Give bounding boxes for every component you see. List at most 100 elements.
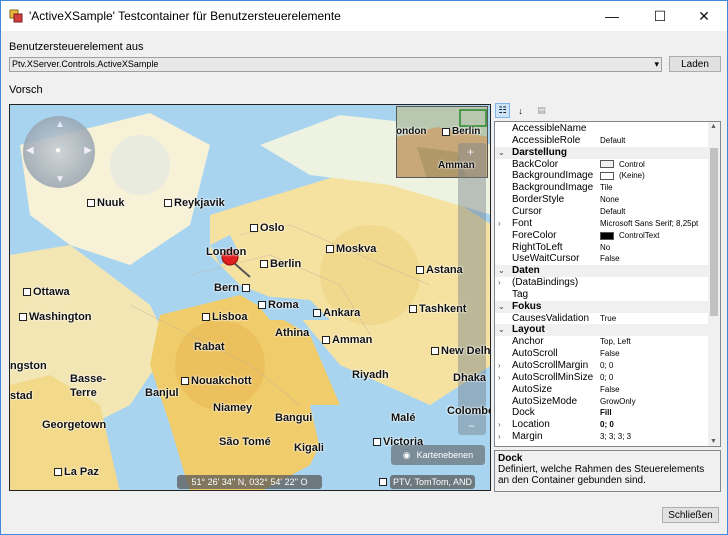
- property-category[interactable]: ⌄ Daten: [495, 265, 709, 278]
- collapse-icon[interactable]: ⌄: [498, 147, 506, 159]
- pan-center-icon[interactable]: ●: [55, 145, 61, 156]
- categorized-view-icon[interactable]: ☷: [495, 103, 510, 118]
- property-value-text: 3; 3; 3; 3: [600, 432, 632, 442]
- property-value[interactable]: Tile: [600, 182, 613, 194]
- scroll-down-icon[interactable]: ▼: [710, 438, 717, 445]
- property-row[interactable]: AutoScroll False: [495, 348, 709, 360]
- property-value[interactable]: GrowOnly: [600, 396, 636, 408]
- property-value[interactable]: 3; 3; 3; 3: [600, 431, 631, 443]
- property-name: BackColor: [512, 158, 559, 170]
- load-button[interactable]: Laden: [669, 56, 721, 72]
- property-grid-scrollbar[interactable]: ▲ ▼: [708, 122, 720, 446]
- property-row[interactable]: AutoSize False: [495, 384, 709, 396]
- property-value[interactable]: Control: [600, 159, 645, 171]
- scrollbar-thumb[interactable]: [710, 148, 718, 316]
- property-row[interactable]: Anchor Top, Left: [495, 336, 709, 348]
- property-row[interactable]: Tag: [495, 289, 709, 301]
- property-pages-icon[interactable]: ▤: [534, 103, 549, 118]
- property-value[interactable]: No: [600, 242, 610, 254]
- property-row[interactable]: RightToLeft No: [495, 242, 709, 254]
- control-select-label: Benutzersteuerelement aus: [9, 41, 144, 53]
- expand-icon[interactable]: ›: [498, 419, 506, 431]
- property-row[interactable]: ForeColor ControlText: [495, 230, 709, 242]
- property-value[interactable]: False: [600, 348, 620, 360]
- property-row[interactable]: UseWaitCursor False: [495, 253, 709, 265]
- property-value[interactable]: Fill: [600, 407, 612, 419]
- property-row[interactable]: › Font Microsoft Sans Serif; 8,25pt: [495, 218, 709, 230]
- zoom-out-icon[interactable]: −: [468, 419, 475, 433]
- pan-left-icon[interactable]: ◀: [26, 145, 34, 156]
- zoom-slider[interactable]: + −: [458, 143, 486, 435]
- city-marker-icon: [23, 288, 31, 296]
- minimap-city-label: ondon: [396, 126, 427, 137]
- collapse-icon[interactable]: ⌄: [498, 265, 506, 277]
- property-category[interactable]: ⌄ Fokus: [495, 300, 709, 313]
- property-value[interactable]: 0; 0: [600, 360, 613, 372]
- map-layers-button[interactable]: ◉ Kartenebenen: [391, 445, 485, 465]
- copyright-checkbox[interactable]: [379, 478, 387, 486]
- property-row[interactable]: AccessibleName: [495, 123, 709, 135]
- expand-icon[interactable]: ›: [498, 431, 506, 443]
- city-marker-icon: [260, 260, 268, 268]
- property-value-text: Control: [619, 159, 645, 169]
- city-label: Kigali: [294, 442, 324, 454]
- property-value[interactable]: False: [600, 384, 620, 396]
- close-button[interactable]: Schließen: [662, 507, 719, 523]
- property-row[interactable]: BackgroundImage Tile: [495, 182, 709, 194]
- pan-right-icon[interactable]: ▶: [84, 145, 92, 156]
- property-row[interactable]: BorderStyle None: [495, 194, 709, 206]
- pan-control[interactable]: ▲ ▼ ◀ ▶ ●: [23, 116, 95, 188]
- city-label: La Paz: [54, 466, 99, 478]
- property-category[interactable]: ⌄ Darstellung: [495, 146, 709, 159]
- property-row[interactable]: CausesValidation True: [495, 313, 709, 325]
- property-value[interactable]: Microsoft Sans Serif; 8,25pt: [600, 218, 698, 230]
- collapse-icon[interactable]: ⌄: [498, 301, 506, 313]
- property-value[interactable]: 0; 0: [600, 419, 614, 431]
- property-name: Dock: [512, 407, 535, 419]
- property-row[interactable]: › (DataBindings): [495, 277, 709, 289]
- property-value[interactable]: False: [600, 253, 620, 265]
- property-value[interactable]: (Keine): [600, 170, 645, 182]
- pan-up-icon[interactable]: ▲: [55, 119, 65, 130]
- chevron-down-icon[interactable]: ▾: [654, 58, 659, 71]
- property-row[interactable]: › AutoScrollMargin 0; 0: [495, 360, 709, 372]
- property-name: AccessibleRole: [512, 134, 581, 146]
- collapse-icon[interactable]: ⌄: [498, 324, 506, 336]
- minimize-button[interactable]: —: [589, 1, 635, 31]
- property-row[interactable]: Cursor Default: [495, 206, 709, 218]
- city-label: Bangui: [275, 412, 313, 424]
- property-value[interactable]: None: [600, 194, 619, 206]
- property-category[interactable]: ⌄ Layout: [495, 324, 709, 337]
- property-grid[interactable]: › Margin 3; 3; 3; 3 › Location 0; 0 Dock Fill Au…: [494, 121, 721, 447]
- property-row[interactable]: Dock Fill: [495, 407, 709, 419]
- zoom-in-icon[interactable]: +: [467, 145, 474, 159]
- property-value[interactable]: Default: [600, 135, 625, 147]
- property-value[interactable]: 0; 0: [600, 372, 613, 384]
- pan-down-icon[interactable]: ▼: [55, 174, 65, 185]
- property-row[interactable]: BackColor Control: [495, 159, 709, 171]
- property-row[interactable]: BackgroundImage (Keine): [495, 170, 709, 182]
- alphabetical-view-icon[interactable]: ↓: [513, 103, 528, 118]
- property-row[interactable]: AutoSizeMode GrowOnly: [495, 396, 709, 408]
- city-label: Oslo: [250, 222, 284, 234]
- city-label: Tashkent: [409, 303, 466, 315]
- expand-icon[interactable]: ›: [498, 360, 506, 372]
- map-control[interactable]: ▲ ▼ ◀ ▶ ● + − Nuuk Reykjavik Oslo London…: [9, 104, 491, 491]
- property-value-text: Default: [600, 206, 626, 216]
- property-row[interactable]: AccessibleRole Default: [495, 135, 709, 147]
- control-select-combobox[interactable]: Ptv.XServer.Controls.ActiveXSample ▾: [9, 57, 662, 72]
- maximize-button[interactable]: ☐: [637, 1, 683, 31]
- expand-icon[interactable]: ›: [498, 372, 506, 384]
- property-value[interactable]: Top, Left: [600, 336, 631, 348]
- property-row[interactable]: › Margin 3; 3; 3; 3: [495, 431, 709, 443]
- expand-icon[interactable]: ›: [498, 277, 506, 289]
- city-label: Moskva: [326, 243, 376, 255]
- property-row[interactable]: › Location 0; 0: [495, 419, 709, 431]
- expand-icon[interactable]: ›: [498, 218, 506, 230]
- property-value[interactable]: Default: [600, 206, 625, 218]
- scroll-up-icon[interactable]: ▲: [710, 123, 717, 130]
- property-value[interactable]: ControlText: [600, 230, 659, 242]
- property-row[interactable]: › AutoScrollMinSize 0; 0: [495, 372, 709, 384]
- property-value[interactable]: True: [600, 313, 616, 325]
- close-window-button[interactable]: ✕: [681, 1, 727, 31]
